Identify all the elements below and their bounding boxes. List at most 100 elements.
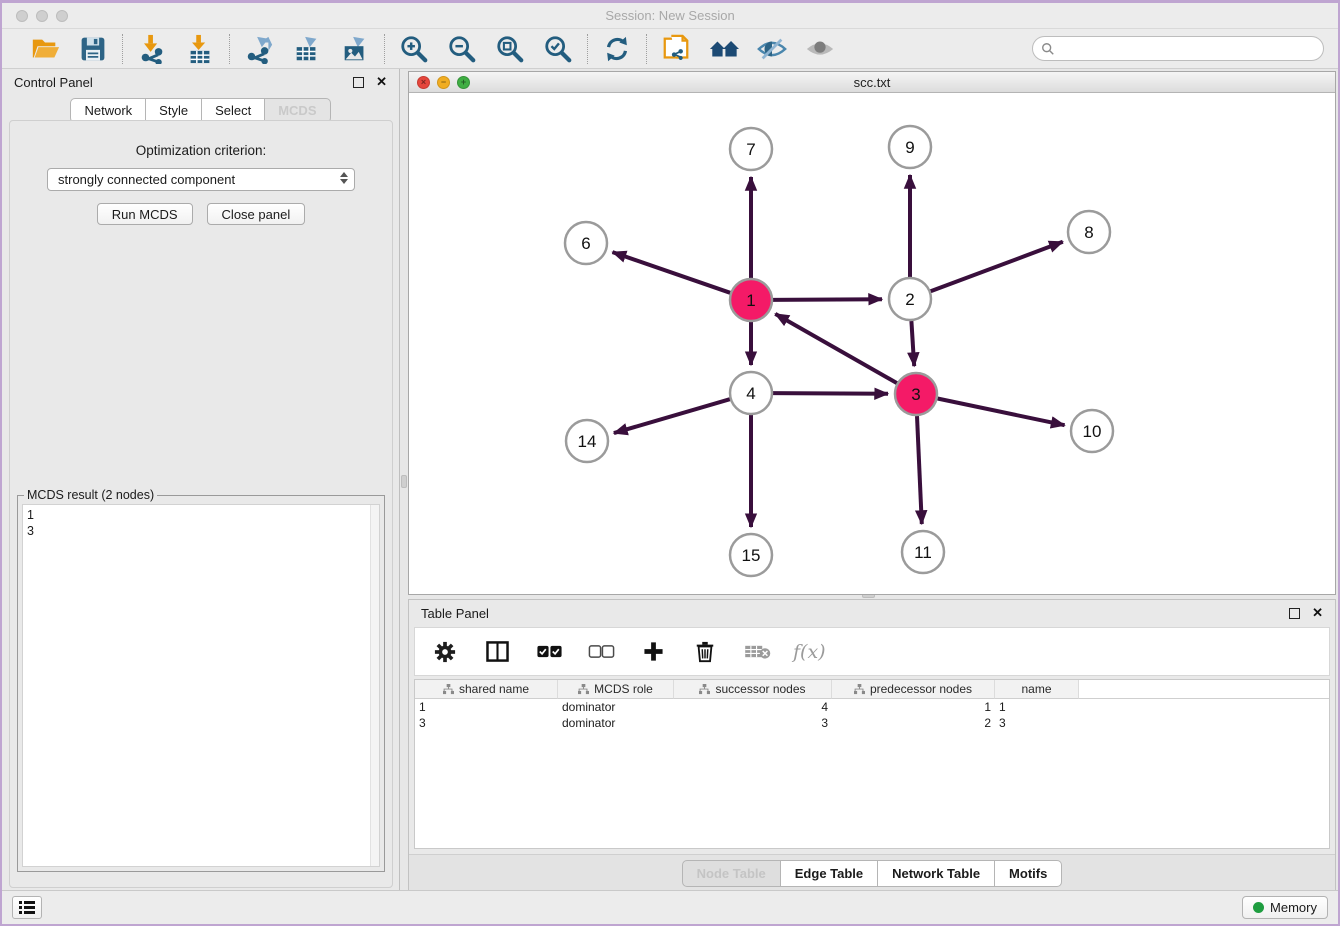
graph-node-7[interactable]: 7 (730, 128, 772, 170)
open-session-icon[interactable] (29, 33, 61, 65)
cell-name[interactable]: 1 (995, 699, 1079, 715)
graph-node-11[interactable]: 11 (902, 531, 944, 573)
result-scrollbar[interactable] (370, 505, 379, 866)
graph-edge-3-1[interactable] (775, 314, 897, 383)
cell-shared-name[interactable]: 1 (415, 699, 558, 715)
export-image-icon[interactable] (339, 33, 371, 65)
delete-icon[interactable] (689, 636, 721, 668)
zoom-selected-icon[interactable] (542, 33, 574, 65)
add-column-icon[interactable] (637, 636, 669, 668)
tab-motifs[interactable]: Motifs (995, 860, 1062, 887)
graph-node-9[interactable]: 9 (889, 126, 931, 168)
export-network-icon[interactable] (243, 33, 275, 65)
graph-node-3[interactable]: 3 (895, 373, 937, 415)
cell-shared-name[interactable]: 3 (415, 715, 558, 731)
dropdown-stepper-icon (340, 172, 348, 184)
graph-node-15[interactable]: 15 (730, 534, 772, 576)
cell-successor-nodes[interactable]: 3 (674, 715, 832, 731)
node-label: 7 (746, 140, 755, 159)
node-label: 11 (914, 543, 932, 562)
search-box[interactable] (1032, 36, 1324, 61)
graph-node-14[interactable]: 14 (566, 420, 608, 462)
node-label: 14 (578, 432, 597, 451)
show-all-icon[interactable] (804, 33, 836, 65)
cell-name[interactable]: 3 (995, 715, 1079, 731)
search-input[interactable] (1060, 40, 1315, 57)
memory-button[interactable]: Memory (1242, 896, 1328, 919)
tab-network-table[interactable]: Network Table (878, 860, 995, 887)
function-builder-icon[interactable]: f(x) (793, 641, 826, 663)
cell-predecessor-nodes[interactable]: 2 (832, 715, 995, 731)
deselect-all-icon[interactable] (585, 636, 617, 668)
graph-edge-3-10[interactable] (938, 399, 1065, 426)
column-header-mcds-role[interactable]: MCDS role (558, 680, 674, 699)
graph-edge-1-2[interactable] (773, 299, 882, 300)
network-window-titlebar[interactable]: × − + scc.txt (409, 72, 1335, 93)
float-panel-icon[interactable] (353, 77, 364, 88)
zoom-in-icon[interactable] (398, 33, 430, 65)
show-panels-button[interactable] (12, 896, 42, 919)
node-label: 3 (911, 385, 920, 404)
mcds-result-group: MCDS result (2 nodes) 13 (17, 495, 385, 872)
export-table-icon[interactable] (291, 33, 323, 65)
select-all-icon[interactable] (533, 636, 565, 668)
network-canvas[interactable]: 1 2 3 4 6 7 8 9 10 11 14 15 (409, 93, 1335, 594)
tab-edge-table[interactable]: Edge Table (781, 860, 878, 887)
zoom-out-icon[interactable] (446, 33, 478, 65)
graph-node-6[interactable]: 6 (565, 222, 607, 264)
optimization-criterion-label: Optimization criterion: (10, 143, 392, 158)
graph-edge-2-3[interactable] (911, 321, 914, 366)
column-type-icon (699, 684, 710, 695)
hide-selected-icon[interactable] (756, 33, 788, 65)
gear-icon[interactable] (429, 636, 461, 668)
column-header-predecessor-nodes[interactable]: predecessor nodes (832, 680, 995, 699)
node-table: shared nameMCDS rolesuccessor nodes prede… (414, 679, 1330, 849)
splitter-handle[interactable] (401, 475, 407, 488)
graph-node-8[interactable]: 8 (1068, 211, 1110, 253)
column-header-name[interactable]: name (995, 680, 1079, 699)
import-network-icon[interactable] (136, 33, 168, 65)
refresh-icon[interactable] (601, 33, 633, 65)
result-line: 1 (27, 507, 375, 523)
import-table-icon[interactable] (184, 33, 216, 65)
graph-edge-4-3[interactable] (773, 393, 888, 394)
close-panel-button[interactable]: Close panel (207, 203, 306, 225)
close-table-panel-icon[interactable]: ✕ (1312, 605, 1323, 621)
network-from-file-icon[interactable] (660, 33, 692, 65)
cell-predecessor-nodes[interactable]: 1 (832, 699, 995, 715)
cell-successor-nodes[interactable]: 4 (674, 699, 832, 715)
column-label: predecessor nodes (870, 682, 972, 696)
graph-node-2[interactable]: 2 (889, 278, 931, 320)
graph-node-10[interactable]: 10 (1071, 410, 1113, 452)
save-session-icon[interactable] (77, 33, 109, 65)
column-header-shared-name[interactable]: shared name (415, 680, 558, 699)
memory-label: Memory (1270, 900, 1317, 915)
cell-mcds-role[interactable]: dominator (558, 699, 674, 715)
graph-edge-2-8[interactable] (931, 242, 1063, 291)
tab-node-table[interactable]: Node Table (682, 860, 781, 887)
criterion-dropdown[interactable]: strongly connected component (47, 168, 355, 191)
zoom-fit-icon[interactable] (494, 33, 526, 65)
close-panel-icon[interactable]: ✕ (376, 74, 387, 90)
node-label: 4 (746, 384, 755, 403)
cell-mcds-role[interactable]: dominator (558, 715, 674, 731)
table-row[interactable]: 1dominator411 (415, 699, 1329, 715)
home-icon[interactable] (708, 33, 740, 65)
delete-table-icon[interactable] (741, 636, 773, 668)
table-row[interactable]: 3dominator323 (415, 715, 1329, 731)
mcds-result-list[interactable]: 13 (22, 504, 380, 867)
graph-edge-3-11[interactable] (917, 416, 922, 524)
graph-edge-1-6[interactable] (613, 252, 731, 293)
column-type-icon (578, 684, 589, 695)
network-window-title: scc.txt (409, 75, 1335, 90)
column-chooser-icon[interactable] (481, 636, 513, 668)
node-label: 2 (905, 290, 914, 309)
run-mcds-button[interactable]: Run MCDS (97, 203, 193, 225)
graph-node-1[interactable]: 1 (730, 279, 772, 321)
column-header-successor-nodes[interactable]: successor nodes (674, 680, 832, 699)
graph-node-4[interactable]: 4 (730, 372, 772, 414)
graph-edge-4-14[interactable] (614, 399, 730, 433)
main-toolbar (2, 29, 1338, 69)
float-table-panel-icon[interactable] (1289, 608, 1300, 619)
mcds-tab-content: Optimization criterion: strongly connect… (9, 120, 393, 888)
